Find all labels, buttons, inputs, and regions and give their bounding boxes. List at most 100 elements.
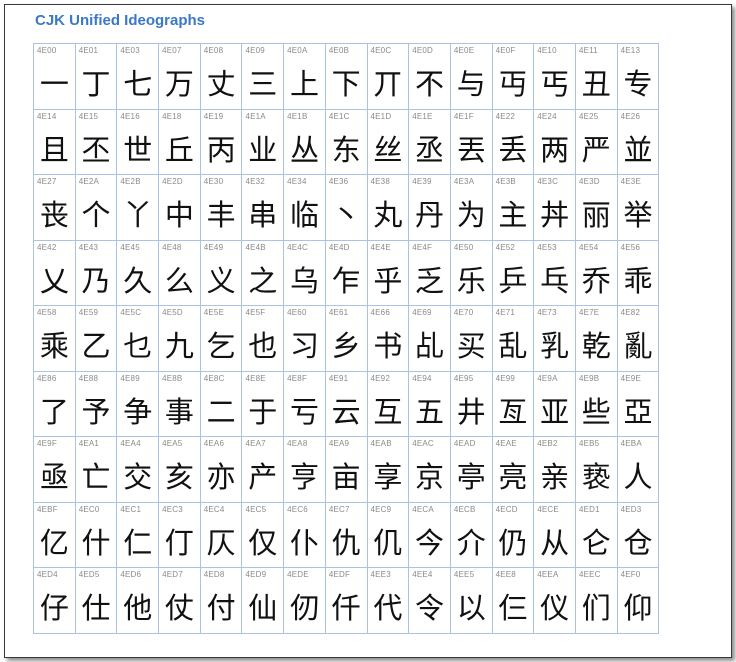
ideograph-glyph: 义 xyxy=(206,263,236,298)
ideograph-glyph: 么 xyxy=(164,263,194,298)
ideograph-glyph: 万 xyxy=(164,67,194,101)
ideograph-glyph: 亡 xyxy=(81,460,111,494)
code-point-label: 4E5E xyxy=(203,308,225,317)
ideograph-glyph: 享 xyxy=(373,460,403,494)
ideograph-glyph: 仪 xyxy=(540,591,570,625)
ideograph-glyph: 乜 xyxy=(123,329,153,363)
ideograph-glyph: 争 xyxy=(123,394,153,429)
glyph-cell: 4E1D 丝 xyxy=(367,109,410,175)
ideograph-glyph: 丁 xyxy=(81,67,111,101)
ideograph-glyph: 乙 xyxy=(81,329,111,363)
glyph-cell: 4E71 乱 xyxy=(492,306,535,372)
code-point-label: 4E38 xyxy=(370,177,390,186)
code-point-label: 4E0D xyxy=(412,46,433,55)
ideograph-glyph: 仇 xyxy=(331,525,361,560)
glyph-cell: 4E54 乔 xyxy=(575,240,618,306)
code-point-label: 4EF0 xyxy=(620,570,641,579)
code-point-label: 4ED4 xyxy=(37,570,58,579)
code-point-label: 4E0A xyxy=(287,46,308,55)
code-point-label: 4E25 xyxy=(578,111,599,121)
glyph-cell: 4EC1 仁 xyxy=(117,502,160,568)
glyph-cell: 4EA9 亩 xyxy=(325,437,368,503)
ideograph-glyph: 亙 xyxy=(498,394,528,429)
code-point-label: 4EA9 xyxy=(328,439,350,448)
code-point-label: 4EA1 xyxy=(78,439,100,448)
glyph-cell: 4ECD 仍 xyxy=(492,502,535,568)
code-point-label: 4E95 xyxy=(453,373,474,383)
ideograph-glyph: 丐 xyxy=(540,67,570,101)
glyph-cell: 4E59 乙 xyxy=(75,306,118,372)
glyph-cell: 4ECB 介 xyxy=(450,502,493,568)
code-point-label: 4E07 xyxy=(162,46,182,55)
glyph-cell: 4ED4 仔 xyxy=(34,568,76,634)
ideograph-glyph: 仞 xyxy=(289,591,319,625)
glyph-cell: 4EAB 享 xyxy=(367,437,410,503)
glyph-cell: 4EEC 们 xyxy=(575,568,618,634)
ideograph-glyph: 代 xyxy=(373,591,403,625)
ideograph-glyph: 了 xyxy=(39,394,69,429)
glyph-cell: 4EB5 亵 xyxy=(575,437,618,503)
code-point-label: 4EAE xyxy=(495,439,517,448)
code-point-label: 4ED3 xyxy=(620,504,642,514)
glyph-cell: 4E4C 乌 xyxy=(284,240,326,306)
glyph-cell: 4EC9 仉 xyxy=(367,502,410,568)
glyph-cell: 4E1C 东 xyxy=(325,109,368,175)
glyph-cell: 4EE8 仨 xyxy=(492,568,535,634)
glyph-cell: 4EA4 交 xyxy=(117,437,160,503)
glyph-cell: 4ED9 仙 xyxy=(242,568,285,634)
ideograph-glyph: 亏 xyxy=(289,394,319,429)
ideograph-glyph: 乌 xyxy=(289,263,319,298)
glyph-cell: 4EA8 亨 xyxy=(284,437,326,503)
glyph-cell: 4E45 久 xyxy=(117,240,160,306)
code-point-label: 4E54 xyxy=(578,242,599,252)
ideograph-glyph: 七 xyxy=(123,67,153,101)
glyph-cell: 4E0A 上 xyxy=(284,44,326,110)
glyph-cell: 4E09 三 xyxy=(242,44,285,110)
ideograph-glyph: 丰 xyxy=(206,198,236,232)
ideograph-glyph: 中 xyxy=(164,198,194,232)
glyph-cell: 4E3A 为 xyxy=(450,175,493,241)
glyph-cell: 4E14 且 xyxy=(34,109,76,175)
glyph-cell: 4E11 丑 xyxy=(575,44,618,110)
ideograph-glyph: 亿 xyxy=(39,525,69,560)
glyph-cell: 4E82 亂 xyxy=(617,306,660,372)
code-point-label: 4EEA xyxy=(537,570,559,579)
code-point-label: 4EE4 xyxy=(412,570,433,579)
ideograph-glyph: 从 xyxy=(540,525,570,560)
glyph-cell: 4E27 丧 xyxy=(34,175,76,241)
code-point-label: 4ED9 xyxy=(245,570,267,579)
glyph-cell: 4E30 丰 xyxy=(200,175,243,241)
ideograph-glyph: 仗 xyxy=(164,591,194,625)
glyph-cell: 4EA5 亥 xyxy=(159,437,201,503)
ideograph-glyph: 什 xyxy=(81,525,111,560)
glyph-cell: 4E4E 乎 xyxy=(367,240,410,306)
code-point-label: 4E0E xyxy=(453,46,475,55)
glyph-cell: 4E4D 乍 xyxy=(325,240,368,306)
glyph-cell: 4EEA 仪 xyxy=(534,568,576,634)
glyph-cell: 4E8E 于 xyxy=(242,371,285,437)
document-frame: CJK Unified Ideographs 4E00 一 4E01 丁 4E03 七 4E… xyxy=(4,4,732,658)
code-point-label: 4ED8 xyxy=(203,570,225,579)
glyph-cell: 4EE3 代 xyxy=(367,568,410,634)
glyph-cell: 4E0D 不 xyxy=(409,44,451,110)
code-point-label: 4E0F xyxy=(495,46,516,55)
code-point-label: 4E3A xyxy=(453,177,475,186)
ideograph-glyph: 个 xyxy=(81,198,111,232)
glyph-cell: 4E3C 丼 xyxy=(534,175,576,241)
ideograph-glyph: 仔 xyxy=(39,591,69,625)
ideograph-glyph: 五 xyxy=(415,394,445,429)
ideograph-glyph: 仨 xyxy=(498,591,528,625)
glyph-cell: 4E0F 丏 xyxy=(492,44,535,110)
code-point-label: 4E8B xyxy=(162,373,183,383)
code-point-label: 4E10 xyxy=(537,46,557,55)
code-point-label: 4E27 xyxy=(37,177,57,186)
glyph-grid: 4E00 一 4E01 丁 4E03 七 4E07 万 4E08 丈 4E09 三 4E0A 上 4E0B 下… xyxy=(33,43,660,634)
code-point-label: 4EC4 xyxy=(203,504,225,514)
ideograph-glyph: 仆 xyxy=(289,525,319,560)
glyph-cell: 4E9A 亚 xyxy=(534,371,576,437)
code-point-label: 4EE3 xyxy=(370,570,391,579)
code-point-label: 4E92 xyxy=(370,373,390,383)
ideograph-glyph: 丛 xyxy=(289,132,319,167)
ideograph-glyph: 人 xyxy=(623,460,653,494)
glyph-cell: 4E39 丹 xyxy=(409,175,451,241)
